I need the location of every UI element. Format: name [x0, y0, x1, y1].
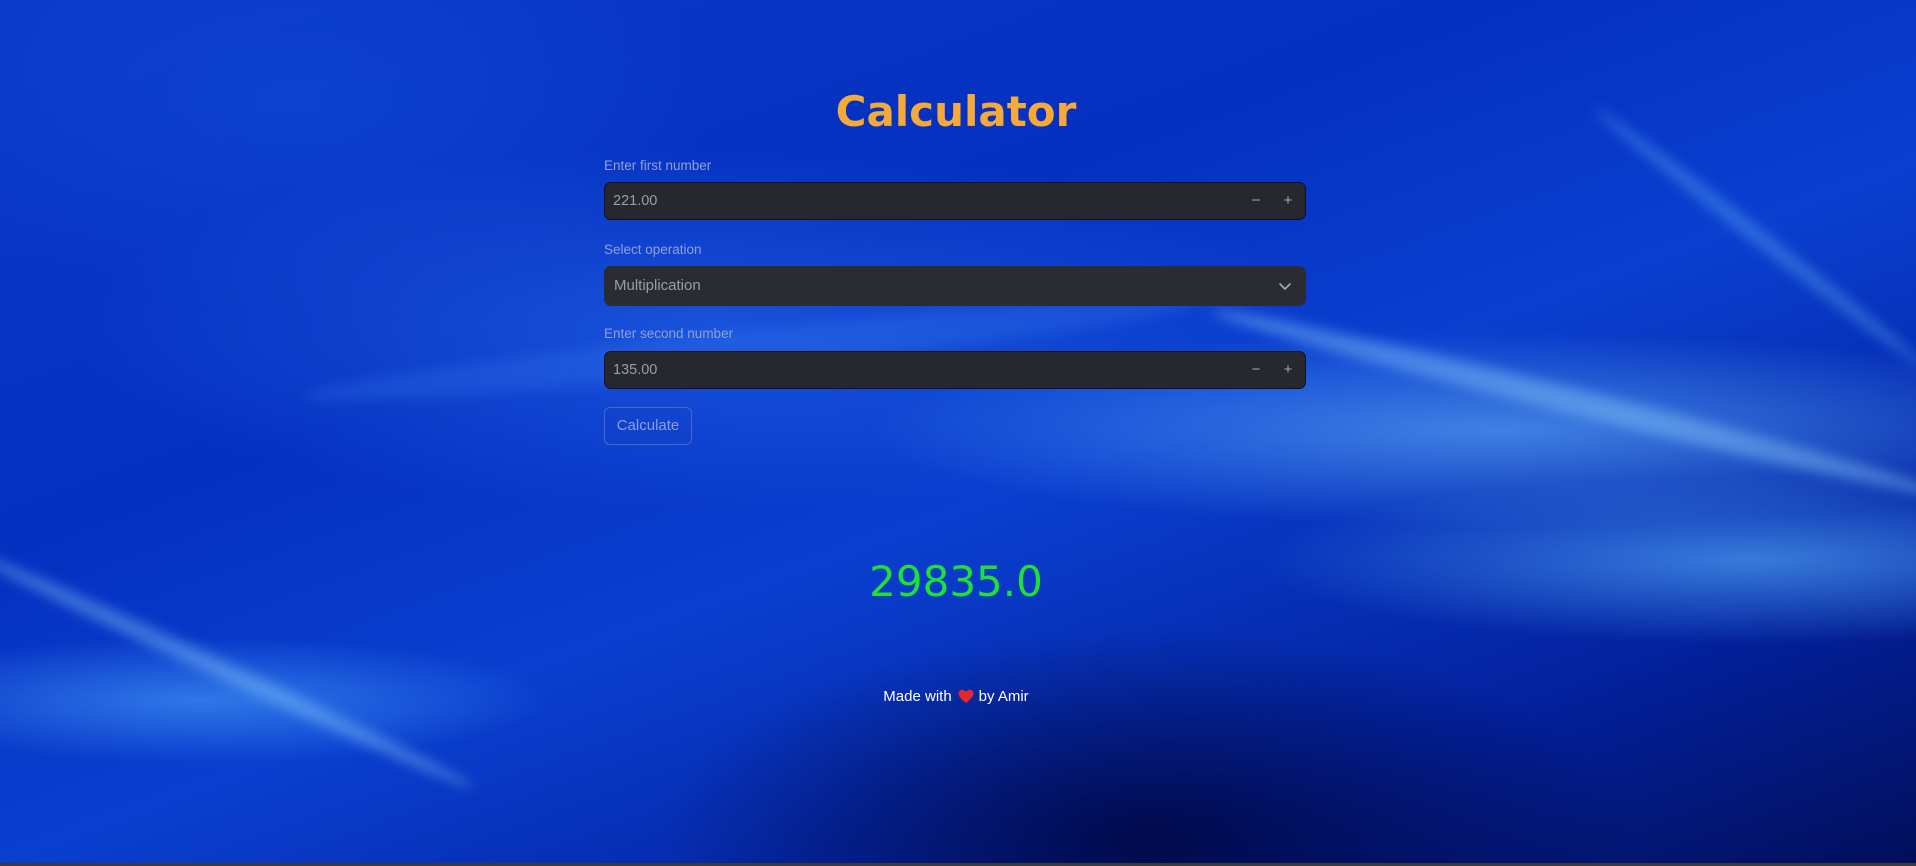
footer: Made with by Amir [604, 686, 1308, 708]
second-number-increment-button[interactable]: + [1272, 352, 1304, 388]
calculate-button[interactable]: Calculate [604, 407, 692, 445]
chevron-down-icon [1279, 283, 1291, 290]
first-number-field: − + [604, 182, 1306, 220]
second-number-label: Enter second number [604, 326, 734, 341]
operation-label: Select operation [604, 242, 702, 257]
operation-selected-value: Multiplication [614, 277, 701, 294]
heart-icon [958, 689, 974, 703]
operation-select[interactable]: Multiplication [604, 266, 1306, 306]
first-number-increment-button[interactable]: + [1272, 183, 1304, 219]
second-number-field: − + [604, 351, 1306, 389]
second-number-input[interactable] [613, 352, 1213, 388]
second-number-decrement-button[interactable]: − [1240, 352, 1272, 388]
first-number-label: Enter first number [604, 158, 712, 173]
footer-prefix: Made with [883, 688, 952, 705]
page-title: Calculator [835, 87, 1077, 136]
first-number-input[interactable] [613, 183, 1213, 219]
first-number-decrement-button[interactable]: − [1240, 183, 1272, 219]
result-value: 29835.0 [869, 557, 1043, 606]
footer-suffix: by Amir [978, 688, 1029, 705]
